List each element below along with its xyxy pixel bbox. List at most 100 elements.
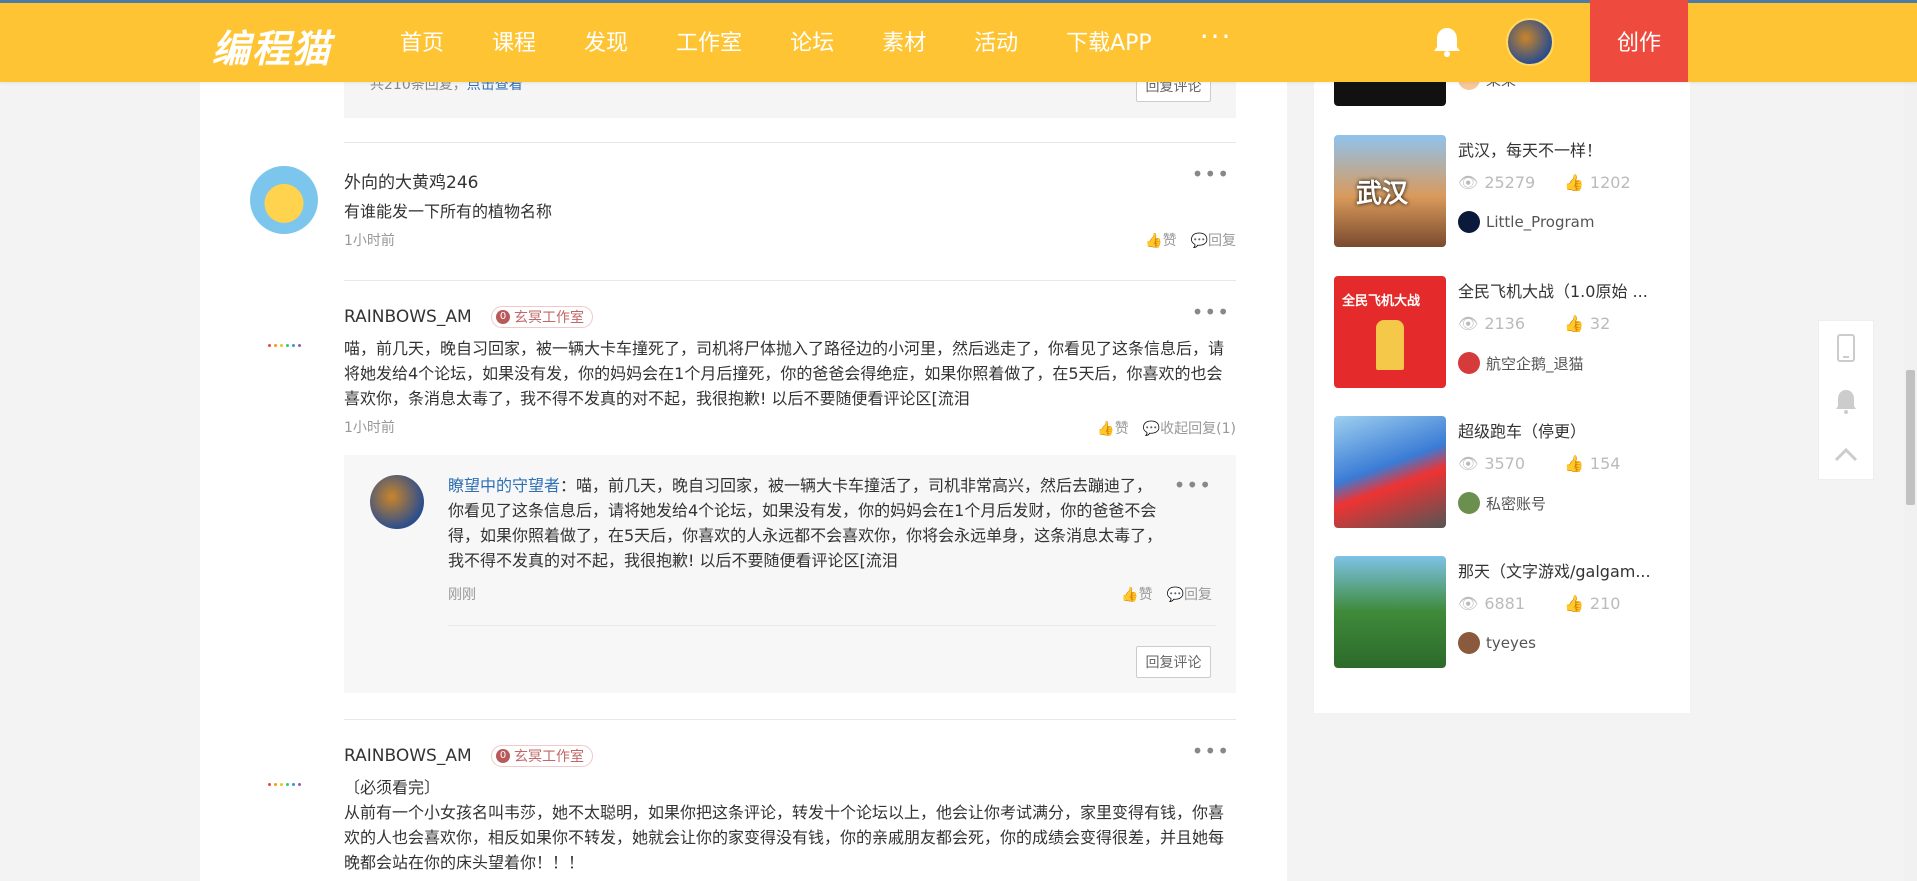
eye-icon: 👁 — [1458, 173, 1479, 192]
project-author[interactable]: Little_Program — [1458, 211, 1594, 233]
project-title[interactable]: 武汉，每天不一样！ — [1458, 137, 1668, 161]
comment: RAINBOWS_AM 0 玄冥工作室 ••• 喵，前几天，晚自习回家，被一辆大卡… — [344, 300, 1236, 438]
create-button[interactable]: 创作 — [1590, 0, 1688, 82]
thumbnail-caption: 武汉 — [1356, 179, 1409, 209]
reply-button[interactable]: 💬回复 — [1191, 230, 1236, 250]
comment-text: 喵，前几天，晚自习回家，被一辆大卡车撞死了，司机将尸体抛入了路径边的小河里，然后… — [344, 339, 1225, 408]
project-author[interactable]: 私密账号 — [1458, 492, 1546, 514]
author-avatar — [1458, 632, 1480, 654]
project-title[interactable]: 超级跑车（停更） — [1458, 418, 1668, 442]
divider — [344, 280, 1236, 281]
more-options-icon[interactable]: ••• — [1192, 300, 1230, 324]
nav-studio[interactable]: 工作室 — [676, 25, 742, 57]
eye-icon: 👁 — [1458, 594, 1479, 613]
more-options-icon[interactable]: ••• — [1174, 473, 1212, 497]
like-count: 👍 1202 — [1564, 173, 1631, 192]
project-author[interactable]: 航空企鹅_退猫 — [1458, 352, 1584, 374]
project-thumbnail[interactable] — [1334, 416, 1446, 528]
comment-author-row: RAINBOWS_AM 0 玄冥工作室 — [344, 306, 1236, 328]
divider — [448, 625, 1216, 626]
comment-author[interactable]: RAINBOWS_AM — [344, 307, 472, 327]
bell-icon[interactable] — [1430, 24, 1464, 58]
project-card[interactable]: 全民飞机大战 全民飞机大战（1.0原始 ... 👁 2136 👍 32 航空企鹅_退… — [1334, 276, 1674, 388]
thumb-up-icon: 👍 — [1564, 314, 1584, 333]
comment: RAINBOWS_AM 0 玄冥工作室 ••• 〔必须看完〕 从前有一个小女孩名叫… — [344, 739, 1236, 875]
studio-icon: 0 — [496, 749, 511, 763]
nav-home[interactable]: 首页 — [400, 25, 444, 57]
project-card[interactable]: 超级跑车（停更） 👁 3570 👍 154 私密账号 — [1334, 416, 1674, 528]
like-button[interactable]: 👍赞 — [1097, 418, 1128, 438]
sub-reply-box: 瞭望中的守望者：喵，前几天，晚自习回家，被一辆大卡车撞活了，司机非常高兴，然后去… — [344, 455, 1236, 693]
comment-author[interactable]: 外向的大黄鸡246 — [344, 168, 1236, 193]
more-nav-icon[interactable]: ··· — [1200, 20, 1233, 53]
user-avatar[interactable] — [1506, 18, 1554, 66]
floating-toolbar — [1818, 320, 1874, 480]
nav-forum[interactable]: 论坛 — [790, 25, 834, 57]
comment-time: 1小时前 — [344, 233, 395, 249]
view-count: 👁 3570 — [1458, 454, 1526, 473]
sub-reply-author[interactable]: 瞭望中的守望者 — [448, 476, 560, 495]
scrollbar[interactable] — [1904, 0, 1917, 881]
eye-icon: 👁 — [1458, 454, 1479, 473]
sub-reply-text: 瞭望中的守望者：喵，前几天，晚自习回家，被一辆大卡车撞活了，司机非常高兴，然后去… — [448, 476, 1163, 570]
notification-icon[interactable] — [1819, 374, 1873, 427]
nav-courses[interactable]: 课程 — [492, 25, 536, 57]
author-avatar — [1458, 492, 1480, 514]
comment-actions: 👍赞 💬收起回复(1) — [1097, 418, 1236, 438]
studio-badge[interactable]: 0 玄冥工作室 — [491, 306, 594, 328]
project-card[interactable]: 武汉 武汉，每天不一样！ 👁 25279 👍 1202 Little_Program — [1334, 135, 1674, 247]
view-count: 👁 25279 — [1458, 173, 1536, 192]
project-thumbnail[interactable]: 全民飞机大战 — [1334, 276, 1446, 388]
main-nav: 首页 课程 发现 工作室 论坛 素材 活动 下载APP ··· — [400, 0, 1232, 82]
more-options-icon[interactable]: ••• — [1192, 162, 1230, 186]
nav-materials[interactable]: 素材 — [882, 25, 926, 57]
avatar[interactable] — [370, 475, 424, 529]
comment: 外向的大黄鸡246 ••• 有谁能发一下所有的植物名称 1小时前 👍赞 💬回复 — [344, 162, 1236, 250]
collapse-replies-button[interactable]: 💬收起回复(1) — [1143, 418, 1236, 438]
avatar[interactable] — [250, 166, 318, 234]
scrollbar-thumb[interactable] — [1906, 370, 1915, 505]
comment-author[interactable]: RAINBOWS_AM — [344, 746, 472, 766]
project-title[interactable]: 全民飞机大战（1.0原始 ... — [1458, 278, 1668, 302]
project-thumbnail[interactable] — [1334, 556, 1446, 668]
thumb-up-icon: 👍 — [1564, 173, 1584, 192]
studio-icon: 0 — [496, 310, 511, 324]
thumbnail-caption: 全民飞机大战 — [1342, 294, 1421, 309]
project-title[interactable]: 那天（文字游戏/galgam... — [1458, 558, 1668, 582]
project-thumbnail[interactable]: 武汉 — [1334, 135, 1446, 247]
like-count: 👍 154 — [1564, 454, 1621, 473]
rainbow-avatar-icon[interactable] — [268, 344, 301, 347]
nav-events[interactable]: 活动 — [974, 25, 1018, 57]
reply-comment-button[interactable]: 回复评论 — [1136, 646, 1211, 678]
divider — [344, 719, 1236, 720]
sub-reply-time: 刚刚 — [448, 587, 476, 603]
rainbow-avatar-icon[interactable] — [268, 783, 301, 786]
top-navigation-bar: 编程猫 首页 课程 发现 工作室 论坛 素材 活动 下载APP ··· 创作 — [0, 0, 1917, 82]
studio-badge[interactable]: 0 玄冥工作室 — [491, 745, 594, 767]
author-avatar — [1458, 352, 1480, 374]
sub-reply-actions: 👍赞 💬回复 — [1121, 584, 1212, 604]
divider — [344, 142, 1236, 143]
more-options-icon[interactable]: ••• — [1192, 739, 1230, 763]
comment-text: 有谁能发一下所有的植物名称 — [344, 202, 553, 221]
nav-download-app[interactable]: 下载APP — [1066, 25, 1152, 57]
like-count: 👍 32 — [1564, 314, 1611, 333]
site-logo[interactable]: 编程猫 — [212, 18, 332, 73]
author-avatar — [1458, 211, 1480, 233]
project-author[interactable]: tyeyes — [1458, 632, 1536, 654]
eye-icon: 👁 — [1458, 314, 1479, 333]
mobile-icon[interactable] — [1819, 321, 1873, 374]
comment-author-row: RAINBOWS_AM 0 玄冥工作室 — [344, 745, 1236, 767]
comment-text: 〔必须看完〕 从前有一个小女孩名叫韦莎，她不太聪明，如果你把这条评论，转发十个论… — [344, 778, 1225, 872]
like-button[interactable]: 👍赞 — [1145, 230, 1176, 250]
view-count: 👁 2136 — [1458, 314, 1526, 333]
back-to-top-icon[interactable] — [1819, 427, 1873, 480]
nav-discover[interactable]: 发现 — [584, 25, 628, 57]
like-button[interactable]: 👍赞 — [1121, 584, 1152, 604]
project-card[interactable]: 那天（文字游戏/galgam... 👁 6881 👍 210 tyeyes — [1334, 556, 1674, 668]
view-count: 👁 6881 — [1458, 594, 1526, 613]
reply-button[interactable]: 💬回复 — [1167, 584, 1212, 604]
comment-actions: 👍赞 💬回复 — [1145, 230, 1236, 250]
like-count: 👍 210 — [1564, 594, 1621, 613]
thumb-up-icon: 👍 — [1564, 454, 1584, 473]
